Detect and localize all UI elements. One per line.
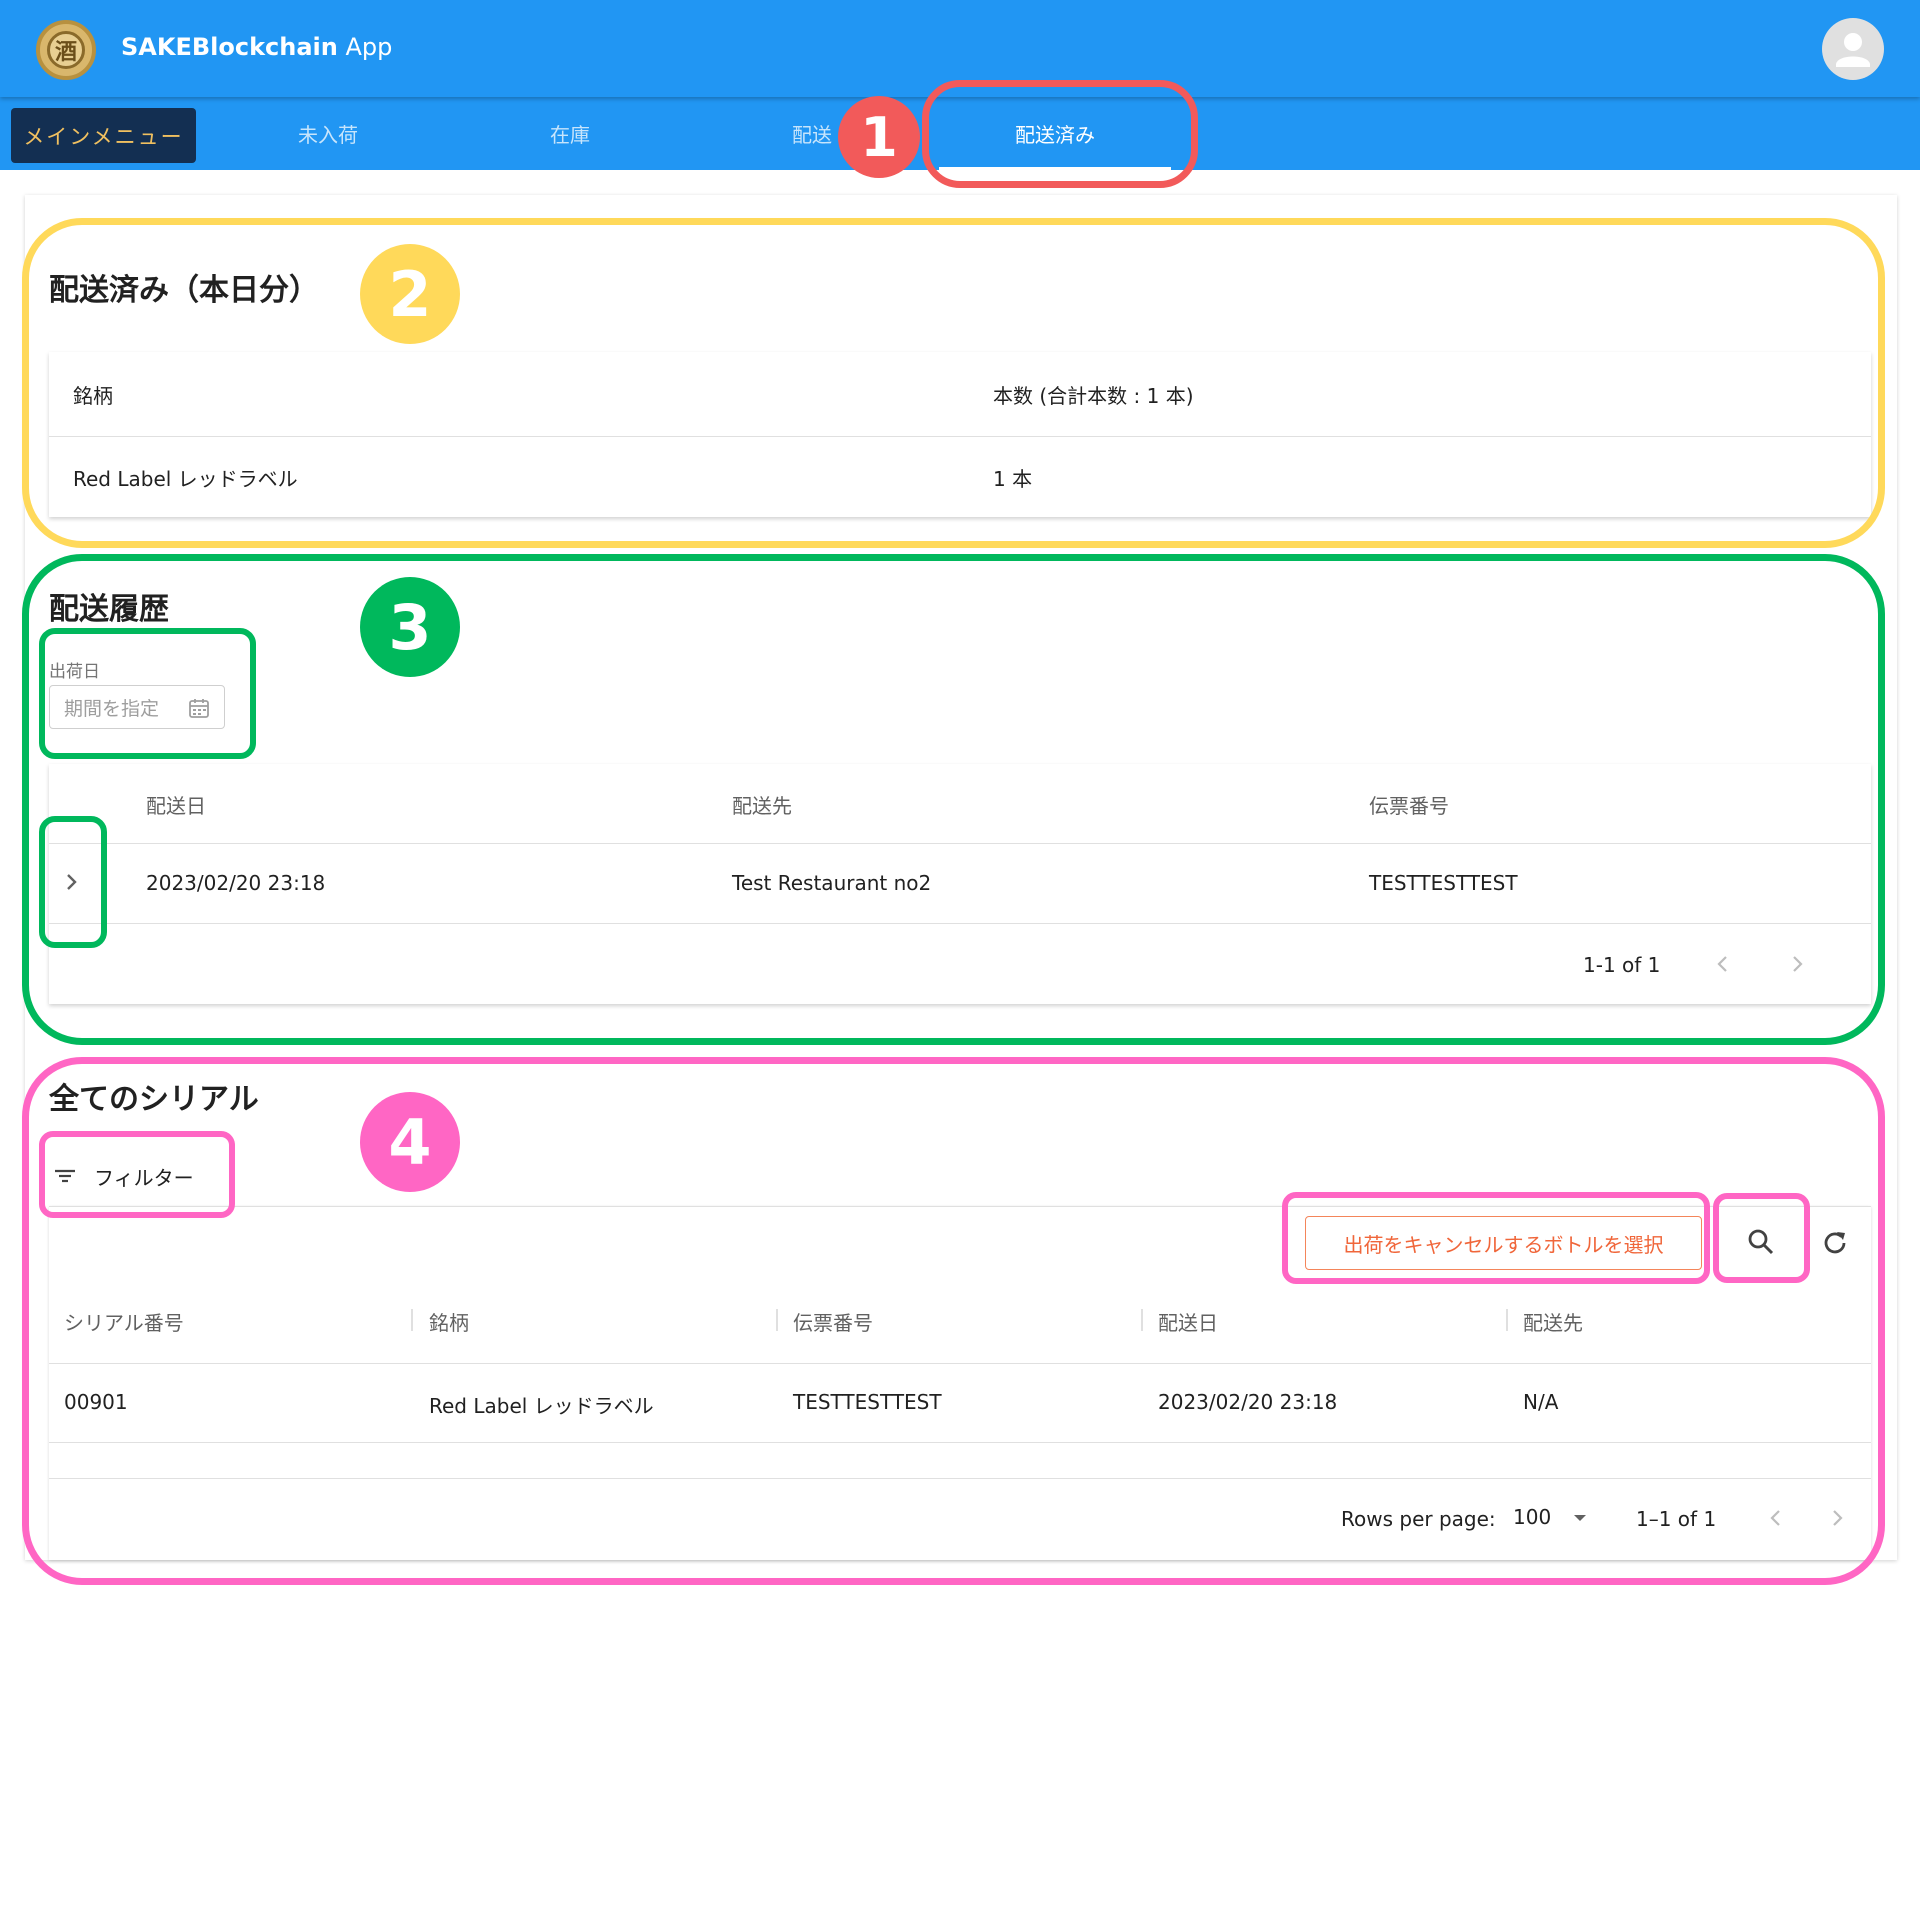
all-serials-title: 全てのシリアル (49, 1082, 259, 1117)
tab-not-arrived[interactable]: 未入荷 (213, 97, 443, 170)
header-delivery-date[interactable]: 配送日 (1158, 1307, 1218, 1336)
app-logo[interactable]: 酒 (36, 20, 96, 80)
tab-label: 配送済み (1015, 123, 1095, 147)
column-separator[interactable] (1141, 1309, 1143, 1331)
rows-per-page-select[interactable]: 100 (1513, 1505, 1588, 1529)
dropdown-arrow-icon (1573, 1515, 1586, 1521)
main-menu-button[interactable]: メインメニュー (11, 108, 196, 163)
chevron-left-icon[interactable] (1713, 952, 1733, 976)
rows-per-page-label: Rows per page: (1341, 1507, 1496, 1531)
column-separator[interactable] (1506, 1309, 1508, 1331)
ship-date-label: 出荷日 (49, 662, 100, 682)
filter-button[interactable]: フィルター (52, 1155, 194, 1197)
header-brand[interactable]: 銘柄 (429, 1307, 469, 1336)
chevron-right-icon[interactable] (1827, 1506, 1847, 1530)
chevron-right-icon[interactable] (63, 871, 81, 893)
header-slip-number: 伝票番号 (1369, 794, 1449, 818)
cell-delivery-date: 2023/02/20 23:18 (146, 871, 326, 895)
column-separator[interactable] (776, 1309, 778, 1331)
chevron-right-icon[interactable] (1787, 952, 1807, 976)
toolbar-divider (49, 1206, 1871, 1207)
header-delivery-date: 配送日 (146, 794, 206, 818)
refresh-icon (1824, 1232, 1846, 1254)
refresh-button[interactable] (1811, 1219, 1859, 1267)
row-divider (49, 436, 1871, 437)
header-serial-number[interactable]: シリアル番号 (64, 1307, 184, 1336)
row-divider (49, 1363, 1871, 1364)
filter-label: フィルター (94, 1165, 194, 1190)
delivery-history-table: 配送日 配送先 伝票番号 2023/02/20 23:18 Test Resta… (49, 764, 1871, 1004)
delivery-history-title: 配送履歴 (49, 592, 169, 627)
annotation-badge-1: 1 (838, 96, 920, 178)
tab-label: 配送 (792, 123, 832, 147)
today-delivered-table: 銘柄 本数 (合計本数 : 1 本) Red Label レッドラベル 1 本 (49, 352, 1871, 517)
logo-mark: 酒 (47, 31, 85, 69)
filter-icon (55, 1169, 75, 1183)
app-title-rest: App (337, 33, 393, 61)
cell-count: 1 本 (993, 467, 1033, 491)
rows-per-page-value: 100 (1513, 1505, 1552, 1529)
app-title-bold: SAKEBlockchain (121, 33, 338, 61)
annotation-badge-2: 2 (360, 244, 460, 344)
date-range-input[interactable]: 期間を指定 (49, 685, 225, 729)
tab-inventory[interactable]: 在庫 (455, 97, 685, 170)
tab-bar: メインメニュー 未入荷 在庫 配送 配送済み (0, 97, 1920, 170)
cell-brand: Red Label レッドラベル (73, 467, 298, 491)
tab-label: 在庫 (550, 123, 590, 147)
annotation-badge-4: 4 (360, 1092, 460, 1192)
cell-brand: Red Label レッドラベル (429, 1394, 654, 1418)
tab-label: 未入荷 (298, 123, 358, 147)
search-button[interactable] (1737, 1218, 1785, 1266)
app-title: SAKEBlockchain App (121, 33, 392, 61)
cell-destination: Test Restaurant no2 (732, 871, 932, 895)
active-tab-indicator (939, 167, 1171, 170)
row-divider (49, 843, 1871, 844)
row-divider (49, 1442, 1871, 1443)
cell-slip-number: TESTTESTTEST (1369, 871, 1518, 895)
chevron-left-icon[interactable] (1766, 1506, 1786, 1530)
header-slip-number[interactable]: 伝票番号 (793, 1307, 873, 1336)
header-destination[interactable]: 配送先 (1523, 1307, 1583, 1336)
cell-delivery-date: 2023/02/20 23:18 (1158, 1390, 1338, 1414)
column-separator[interactable] (411, 1309, 413, 1331)
select-cancel-bottles-button[interactable]: 出荷をキャンセルするボトルを選択 (1305, 1216, 1702, 1270)
date-range-placeholder: 期間を指定 (64, 697, 160, 720)
cell-serial-number: 00901 (64, 1390, 128, 1414)
serials-pagination-text: 1–1 of 1 (1636, 1507, 1717, 1531)
cell-destination: N/A (1523, 1390, 1559, 1414)
history-pagination-text: 1-1 of 1 (1583, 953, 1661, 977)
header-count: 本数 (合計本数 : 1 本) (993, 384, 1194, 408)
search-icon (1748, 1229, 1774, 1255)
today-delivered-title: 配送済み（本日分） (49, 273, 319, 308)
cell-slip-number: TESTTESTTEST (793, 1390, 942, 1414)
app-bar: 酒 SAKEBlockchain App (0, 0, 1920, 97)
footer-divider (49, 1478, 1871, 1479)
account-avatar-icon[interactable] (1822, 18, 1884, 80)
tab-delivered[interactable]: 配送済み (939, 97, 1171, 170)
annotation-badge-3: 3 (360, 577, 460, 677)
header-brand: 銘柄 (73, 384, 113, 408)
row-divider (49, 923, 1871, 924)
calendar-icon (189, 699, 209, 718)
header-destination: 配送先 (732, 794, 792, 818)
